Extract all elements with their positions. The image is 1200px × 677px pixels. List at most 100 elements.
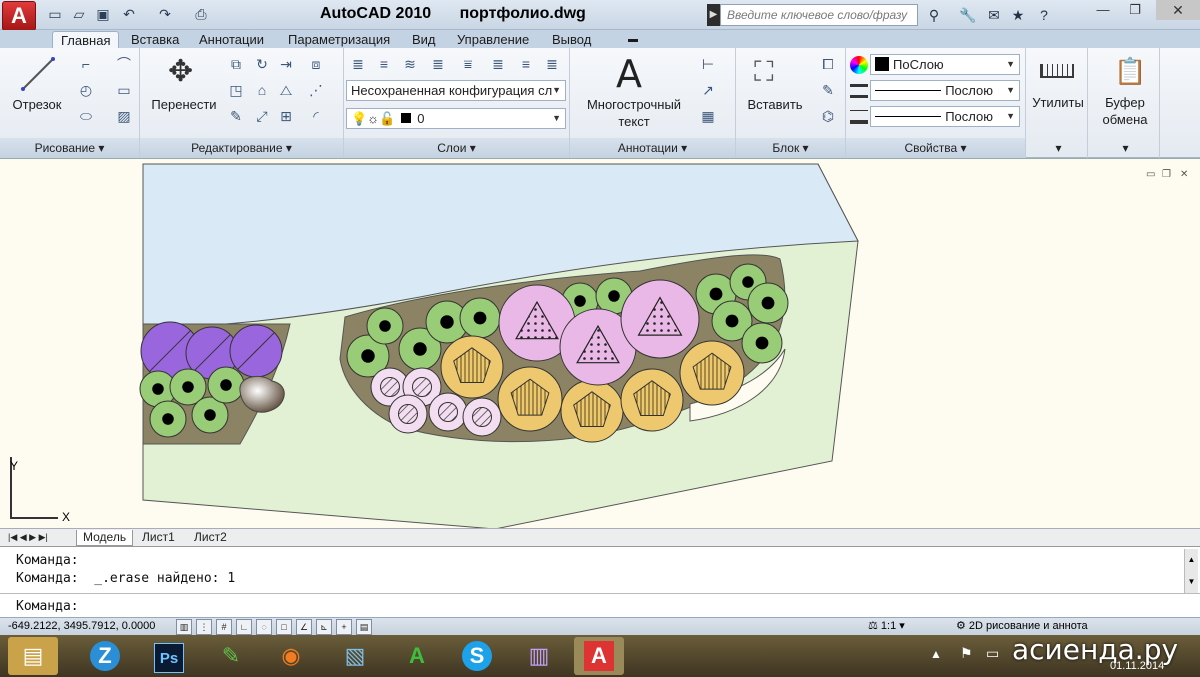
rectangle-icon[interactable]: ▭ [112,80,136,100]
attribute-icon[interactable]: ⌬ [816,106,840,126]
trim-icon[interactable]: ⇥ [274,54,298,74]
ellipse-icon[interactable]: ⬭ [74,106,98,126]
move-icon[interactable]: ✥ [168,54,193,89]
coordinates-readout[interactable]: -649.2122, 3495.7912, 0.0000 [8,620,155,632]
line-icon[interactable] [20,56,56,92]
tab-home[interactable]: Главная [52,31,120,48]
utilities-expand[interactable]: ▾ [1030,138,1087,158]
rect-array-icon[interactable]: ⊞ [274,106,298,126]
tab-model[interactable]: Модель [76,530,134,546]
linetype-dropdown[interactable]: Послою ▼ [870,80,1020,101]
layer-unlock-icon[interactable]: ≣ [540,54,564,74]
color-dropdown[interactable]: ПоСлою ▼ [870,54,1020,75]
circle-icon[interactable]: ◴ [74,80,98,100]
save-icon[interactable]: ▣ [92,4,114,24]
viewport-min-button[interactable]: ▭ [1146,169,1155,180]
mtext-button[interactable]: Многострочный текст [582,96,686,130]
tab-parametric[interactable]: Параметризация [280,31,398,48]
file-explorer-icon[interactable]: ▤ [8,637,58,675]
array-icon[interactable]: ⌂ [250,80,274,100]
leader-icon[interactable]: ↗ [696,80,720,100]
snap-icon[interactable]: ⋮ [196,619,212,635]
polyline-icon[interactable]: ⌐ [74,54,98,74]
new-icon[interactable]: ▭ [44,4,66,24]
match-icon[interactable]: ✎ [224,106,248,126]
table-icon[interactable]: ▦ [696,106,720,126]
close-button[interactable]: ✕ [1156,0,1200,20]
ribbon-minimize-icon[interactable]: ▬ [620,31,646,48]
hatch-icon[interactable]: ▨ [112,106,136,126]
panel-properties-label[interactable]: Свойства ▾ [846,138,1025,158]
layer-state-dropdown[interactable]: Несохраненная конфигурация сл ▼ [346,80,566,101]
lwt-icon[interactable]: ▤ [356,619,372,635]
clipboard-expand[interactable]: ▾ [1092,138,1159,158]
rotate-icon[interactable]: ↻ [250,54,274,74]
notepad-icon[interactable]: ✎ [206,637,256,675]
undo-icon[interactable]: ↶ [118,4,140,24]
insert-block-icon[interactable]: ⛶ [754,56,774,89]
viewport-close-button[interactable]: ✕ [1180,169,1188,180]
command-input[interactable]: Команда: [16,599,79,614]
photoshop-icon[interactable]: Ps [144,637,194,675]
firefox-icon[interactable]: ◉ [266,637,316,675]
minimize-button[interactable]: — [1086,0,1120,20]
layer-match-icon[interactable]: ≋ [398,54,422,74]
stretch-icon[interactable]: ◳ [224,80,248,100]
redo-icon[interactable]: ↷ [154,4,176,24]
otrack-icon[interactable]: ∠ [296,619,312,635]
tab-output[interactable]: Вывод [544,31,599,48]
layer-off-icon[interactable]: ≣ [426,54,450,74]
layer-dropdown[interactable]: 💡☼🔓 0 ▼ [346,108,566,129]
command-scrollbar[interactable]: ▲ ▼ [1184,549,1198,593]
search-input[interactable]: Введите ключевое слово/фразу [720,4,918,26]
mirror-icon[interactable]: ⧍ [274,80,298,100]
archicad-icon[interactable]: A [392,637,442,675]
paste-icon[interactable]: 📋 [1114,56,1146,87]
layer-lock-icon[interactable]: ≡ [514,54,538,74]
subscription-icon[interactable]: 🔧 [958,5,978,25]
move-button[interactable]: Перенести [144,96,224,113]
binoculars-icon[interactable]: ⚲ [924,5,944,25]
line-button[interactable]: Отрезок [6,96,68,113]
skype-icon[interactable]: S [452,637,502,675]
tab-layout1[interactable]: Лист1 [136,530,181,546]
dimension-icon[interactable]: ⊢ [696,54,720,74]
help-icon[interactable]: ? [1034,5,1054,25]
layer-properties-icon[interactable]: ≣ [346,54,370,74]
autocad-task-icon[interactable]: A [574,637,624,675]
grid-icon[interactable]: # [216,619,232,635]
scale-icon[interactable]: ⤢ [250,106,274,126]
infer-constraints-icon[interactable]: ▥ [176,619,192,635]
dyn-icon[interactable]: + [336,619,352,635]
communication-icon[interactable]: ✉ [984,5,1004,25]
layer-state-icon[interactable]: ≡ [372,54,396,74]
tray-arrow-icon[interactable]: ▲ [930,647,942,661]
panel-layers-label[interactable]: Слои ▾ [344,138,569,158]
favorites-icon[interactable]: ★ [1008,5,1028,25]
create-block-icon[interactable]: ⧠ [816,54,840,74]
workspace-switch[interactable]: ⚙ 2D рисование и аннота [956,619,1088,632]
clipboard-button[interactable]: Буфер обмена [1092,94,1158,128]
drawing-canvas[interactable]: ▭ ❐ ✕ Y X [0,158,1200,528]
tab-manage[interactable]: Управление [449,31,537,48]
fillet-icon[interactable]: ◜ [304,106,328,126]
ortho-icon[interactable]: ∟ [236,619,252,635]
polar-icon[interactable]: ◌ [256,619,272,635]
color-wheel-icon[interactable] [850,56,868,74]
panel-draw-label[interactable]: Рисование ▾ [0,138,139,158]
mtext-icon[interactable]: A [616,52,642,96]
plot-icon[interactable]: ⎙ [190,4,212,24]
tab-view[interactable]: Вид [404,31,444,48]
panel-block-label[interactable]: Блок ▾ [736,138,845,158]
open-icon[interactable]: ▱ [68,4,90,24]
tab-annotate[interactable]: Аннотации [191,31,272,48]
tab-insert[interactable]: Вставка [123,31,187,48]
edit-block-icon[interactable]: ✎ [816,80,840,100]
application-menu-button[interactable]: A [2,1,36,31]
viewport-restore-button[interactable]: ❐ [1162,169,1171,180]
zona-icon[interactable]: Z [80,637,130,675]
photo-viewer-icon[interactable]: ▧ [330,637,380,675]
ducs-icon[interactable]: ⊾ [316,619,332,635]
winrar-icon[interactable]: ▥ [514,637,564,675]
measure-icon[interactable] [1040,64,1074,78]
